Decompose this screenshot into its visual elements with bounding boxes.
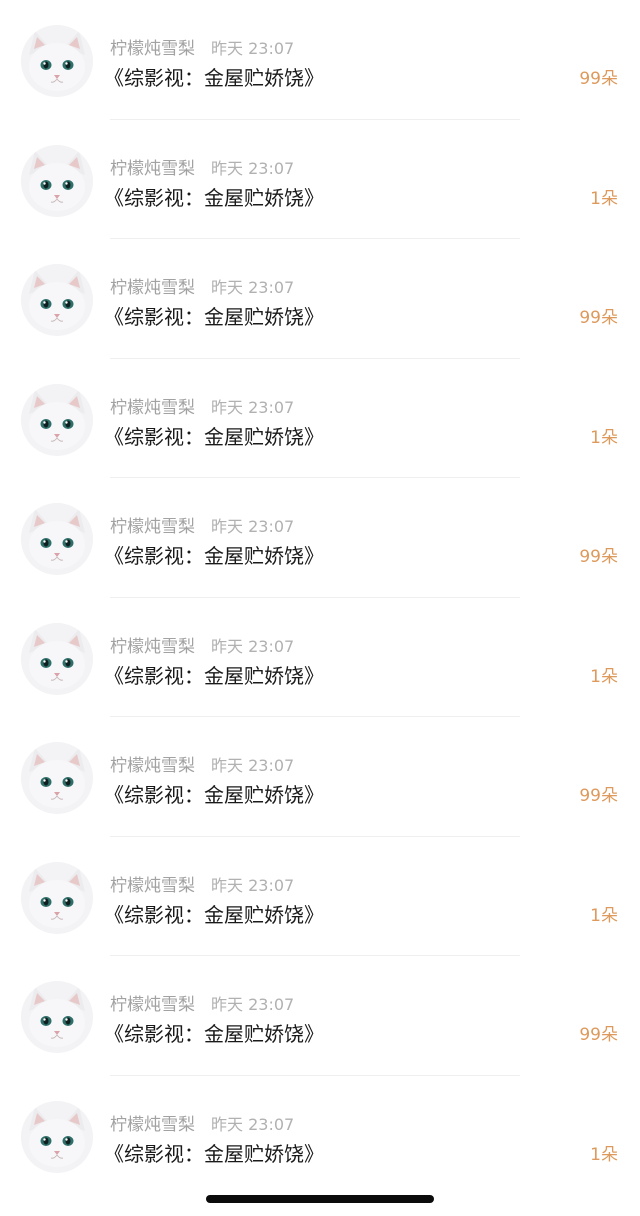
record-meta: 柠檬炖雪梨 昨天 23:07 <box>110 636 294 658</box>
gift-amount: 1朵 <box>590 188 618 209</box>
author-name: 柠檬炖雪梨 <box>110 517 195 537</box>
gift-amount: 1朵 <box>590 905 618 926</box>
author-name: 柠檬炖雪梨 <box>110 756 195 776</box>
book-title: 《综影视：金屋贮娇饶》 <box>104 424 324 449</box>
record-meta: 柠檬炖雪梨 昨天 23:07 <box>110 397 294 419</box>
author-name: 柠檬炖雪梨 <box>110 1114 195 1135</box>
book-title: 《综影视：金屋贮娇饶》 <box>104 544 324 568</box>
list-item[interactable]: 柠檬炖雪梨 昨天 23:07 《综影视：金屋贮娇饶》 1朵 <box>0 359 640 478</box>
timestamp: 昨天 23:07 <box>211 636 295 656</box>
gift-amount: 99朵 <box>579 1025 618 1045</box>
book-title: 《综影视：金屋贮娇饶》 <box>104 1022 324 1046</box>
timestamp: 昨天 23:07 <box>211 875 295 895</box>
book-title: 《综影视：金屋贮娇饶》 <box>104 1141 324 1166</box>
author-name: 柠檬炖雪梨 <box>110 995 195 1015</box>
record-meta: 柠檬炖雪梨 昨天 23:07 <box>110 38 294 60</box>
white-cat-avatar-icon[interactable] <box>21 981 93 1053</box>
record-meta: 柠檬炖雪梨 昨天 23:07 <box>110 755 294 777</box>
gift-amount: 99朵 <box>579 308 618 328</box>
list-item[interactable]: 柠檬炖雪梨 昨天 23:07 《综影视：金屋贮娇饶》 99朵 <box>0 956 640 1076</box>
book-title: 《综影视：金屋贮娇饶》 <box>104 783 324 807</box>
white-cat-avatar-icon[interactable] <box>21 1100 93 1173</box>
timestamp: 昨天 23:07 <box>211 158 295 178</box>
white-cat-avatar-icon[interactable] <box>21 264 93 336</box>
list-item[interactable]: 柠檬炖雪梨 昨天 23:07 《综影视：金屋贮娇饶》 1朵 <box>0 120 640 239</box>
author-name: 柠檬炖雪梨 <box>110 397 195 418</box>
white-cat-avatar-icon[interactable] <box>21 144 93 217</box>
white-cat-avatar-icon[interactable] <box>21 503 93 575</box>
white-cat-avatar-icon[interactable] <box>21 25 93 97</box>
list-item[interactable]: 柠檬炖雪梨 昨天 23:07 《综影视：金屋贮娇饶》 99朵 <box>0 0 640 120</box>
book-title: 《综影视：金屋贮娇饶》 <box>104 305 324 329</box>
timestamp: 昨天 23:07 <box>211 397 295 417</box>
timestamp: 昨天 23:07 <box>211 278 295 297</box>
gift-amount: 1朵 <box>590 666 618 687</box>
book-title: 《综影视：金屋贮娇饶》 <box>104 66 324 90</box>
gift-record-list: 柠檬炖雪梨 昨天 23:07 《综影视：金屋贮娇饶》 99朵 柠檬炖雪梨 昨天 … <box>0 0 640 1195</box>
white-cat-avatar-icon[interactable] <box>21 383 93 456</box>
book-title: 《综影视：金屋贮娇饶》 <box>104 902 324 927</box>
timestamp: 昨天 23:07 <box>211 995 295 1014</box>
gift-amount: 1朵 <box>590 1144 618 1165</box>
gift-amount: 99朵 <box>579 547 618 567</box>
white-cat-avatar-icon[interactable] <box>21 622 93 695</box>
record-meta: 柠檬炖雪梨 昨天 23:07 <box>110 277 294 299</box>
list-item[interactable]: 柠檬炖雪梨 昨天 23:07 《综影视：金屋贮娇饶》 1朵 <box>0 598 640 717</box>
author-name: 柠檬炖雪梨 <box>110 158 195 179</box>
timestamp: 昨天 23:07 <box>211 517 295 536</box>
author-name: 柠檬炖雪梨 <box>110 278 195 298</box>
home-indicator[interactable] <box>206 1195 434 1203</box>
record-meta: 柠檬炖雪梨 昨天 23:07 <box>110 158 294 180</box>
list-item[interactable]: 柠檬炖雪梨 昨天 23:07 《综影视：金屋贮娇饶》 1朵 <box>0 1076 640 1196</box>
author-name: 柠檬炖雪梨 <box>110 875 195 896</box>
timestamp: 昨天 23:07 <box>211 1114 295 1134</box>
list-item[interactable]: 柠檬炖雪梨 昨天 23:07 《综影视：金屋贮娇饶》 99朵 <box>0 717 640 837</box>
book-title: 《综影视：金屋贮娇饶》 <box>104 185 324 210</box>
author-name: 柠檬炖雪梨 <box>110 39 195 59</box>
record-meta: 柠檬炖雪梨 昨天 23:07 <box>110 516 294 538</box>
white-cat-avatar-icon[interactable] <box>21 742 93 814</box>
book-title: 《综影视：金屋贮娇饶》 <box>104 663 324 688</box>
white-cat-avatar-icon[interactable] <box>21 861 93 934</box>
list-item[interactable]: 柠檬炖雪梨 昨天 23:07 《综影视：金屋贮娇饶》 1朵 <box>0 837 640 956</box>
record-meta: 柠檬炖雪梨 昨天 23:07 <box>110 1114 294 1136</box>
timestamp: 昨天 23:07 <box>211 39 295 58</box>
record-meta: 柠檬炖雪梨 昨天 23:07 <box>110 994 294 1016</box>
gift-amount: 99朵 <box>579 786 618 806</box>
record-meta: 柠檬炖雪梨 昨天 23:07 <box>110 875 294 897</box>
gift-amount: 1朵 <box>590 427 618 448</box>
gift-amount: 99朵 <box>579 69 618 89</box>
author-name: 柠檬炖雪梨 <box>110 636 195 657</box>
timestamp: 昨天 23:07 <box>211 756 295 775</box>
list-item[interactable]: 柠檬炖雪梨 昨天 23:07 《综影视：金屋贮娇饶》 99朵 <box>0 239 640 359</box>
list-item[interactable]: 柠檬炖雪梨 昨天 23:07 《综影视：金屋贮娇饶》 99朵 <box>0 478 640 598</box>
